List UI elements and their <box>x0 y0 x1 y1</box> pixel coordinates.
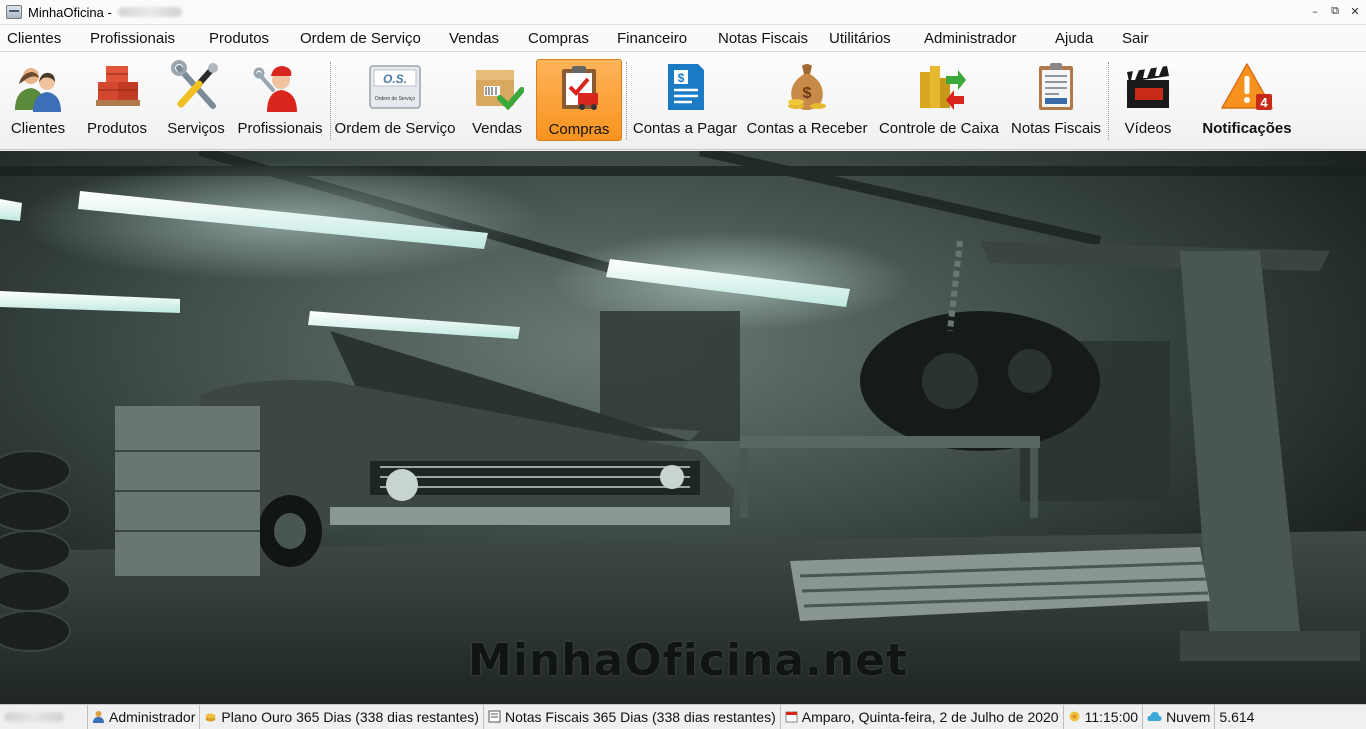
coins-icon <box>204 710 217 723</box>
toolbar-separator <box>626 62 627 140</box>
toolbar-separator <box>1108 62 1109 140</box>
menu-bar: Clientes Profissionais Produtos Ordem de… <box>0 25 1366 52</box>
toolbar-vendas-label: Vendas <box>471 120 523 137</box>
status-time: 11:15:00 <box>1064 704 1144 729</box>
status-version: 5.614 <box>1215 705 1258 729</box>
service-order-icon: O.S. Ordem de Serviço <box>367 59 423 115</box>
title-bar: MinhaOficina - – ⧉ ✕ <box>0 0 1366 25</box>
blurred-company-name <box>4 711 64 722</box>
calendar-icon <box>785 710 798 723</box>
toolbar-profissionais-label: Profissionais <box>237 120 323 137</box>
menu-utilitarios[interactable]: Utilitários <box>829 30 891 47</box>
svg-text:$: $ <box>678 71 685 85</box>
status-time-text: 11:15:00 <box>1084 708 1139 725</box>
menu-vendas[interactable]: Vendas <box>449 30 499 47</box>
purchase-clipboard-icon <box>551 60 607 116</box>
menu-notas-fiscais[interactable]: Notas Fiscais <box>718 30 808 47</box>
toolbar-controle-de-caixa-button[interactable]: Controle de Caixa <box>876 59 1002 141</box>
status-date-text: Amparo, Quinta-feira, 2 de Julho de 2020 <box>801 708 1059 725</box>
tools-icon <box>168 59 224 115</box>
status-date: Amparo, Quinta-feira, 2 de Julho de 2020 <box>781 704 1064 729</box>
menu-ajuda[interactable]: Ajuda <box>1055 30 1093 47</box>
toolbar-separator <box>330 62 331 140</box>
toolbar-clientes-button[interactable]: Clientes <box>6 59 70 141</box>
toolbar-produtos-button[interactable]: Produtos <box>84 59 150 141</box>
blurred-company-name <box>117 7 182 17</box>
garage-illustration <box>0 151 1366 704</box>
toolbar-profissionais-button[interactable]: Profissionais <box>236 59 324 141</box>
status-cloud: Nuvem <box>1143 704 1216 729</box>
cloud-icon <box>1147 710 1162 723</box>
menu-sair[interactable]: Sair <box>1122 30 1149 47</box>
invoice-icon <box>1028 59 1084 115</box>
warning-icon: 4 <box>1219 59 1275 115</box>
clapperboard-icon <box>1120 59 1176 115</box>
toolbar-contas-a-receber-label: Contas a Receber <box>746 120 868 137</box>
window-title: MinhaOficina - <box>28 4 112 20</box>
toolbar-notas-fiscais-button[interactable]: Notas Fiscais <box>1010 59 1102 141</box>
toolbar-ordem-de-servico-button[interactable]: O.S. Ordem de Serviço Ordem de Serviço <box>334 59 456 141</box>
bill-document-icon: $ <box>657 59 713 115</box>
status-bar: Administrador Plano Ouro 365 Dias (338 d… <box>0 704 1366 729</box>
user-icon <box>92 710 105 723</box>
close-icon[interactable]: ✕ <box>1348 3 1362 19</box>
cash-control-icon <box>911 59 967 115</box>
notification-badge: 4 <box>1260 95 1268 110</box>
toolbar-notificacoes-button[interactable]: 4 Notificações <box>1200 59 1294 141</box>
toolbar-videos-button[interactable]: Vídeos <box>1118 59 1178 141</box>
toolbar: Clientes Produtos Serviços Profissionais… <box>0 52 1366 150</box>
toolbar-contas-a-pagar-label: Contas a Pagar <box>632 120 738 137</box>
toolbar-controle-de-caixa-label: Controle de Caixa <box>878 120 1000 137</box>
toolbar-servicos-label: Serviços <box>167 120 225 137</box>
svg-text:Ordem de Serviço: Ordem de Serviço <box>375 96 416 102</box>
brand-watermark: MinhaOficina.net <box>468 635 908 686</box>
toolbar-notificacoes-label: Notificações <box>1202 120 1292 137</box>
menu-administrador[interactable]: Administrador <box>924 30 1017 47</box>
boxes-icon <box>89 59 145 115</box>
clock-icon <box>1068 710 1081 723</box>
toolbar-contas-a-receber-button[interactable]: $ Contas a Receber <box>746 59 868 141</box>
menu-produtos[interactable]: Produtos <box>209 30 269 47</box>
svg-text:O.S.: O.S. <box>383 72 407 86</box>
mechanic-icon <box>252 59 308 115</box>
invoice-small-icon <box>488 710 501 723</box>
toolbar-vendas-button[interactable]: Vendas <box>468 59 526 141</box>
toolbar-notas-fiscais-label: Notas Fiscais <box>1010 120 1102 137</box>
toolbar-ordem-de-servico-label: Ordem de Serviço <box>334 120 456 137</box>
status-user: Administrador <box>88 704 201 729</box>
toolbar-compras-label: Compras <box>548 121 610 138</box>
status-invoices-text: Notas Fiscais 365 Dias (338 dias restant… <box>504 708 776 725</box>
menu-financeiro[interactable]: Financeiro <box>617 30 687 47</box>
menu-clientes[interactable]: Clientes <box>7 30 61 47</box>
status-company <box>0 704 88 729</box>
status-plan: Plano Ouro 365 Dias (338 dias restantes) <box>200 704 484 729</box>
status-plan-text: Plano Ouro 365 Dias (338 dias restantes) <box>221 708 479 725</box>
toolbar-contas-a-pagar-button[interactable]: $ Contas a Pagar <box>632 59 738 141</box>
users-icon <box>10 59 66 115</box>
money-bag-icon: $ <box>779 59 835 115</box>
main-background: MinhaOficina.net <box>0 151 1366 704</box>
status-version-text: 5.614 <box>1219 708 1255 725</box>
toolbar-produtos-label: Produtos <box>86 120 148 137</box>
svg-text:$: $ <box>803 85 812 102</box>
status-invoices: Notas Fiscais 365 Dias (338 dias restant… <box>484 704 781 729</box>
menu-profissionais[interactable]: Profissionais <box>90 30 175 47</box>
toolbar-videos-label: Vídeos <box>1124 120 1172 137</box>
window-controls: – ⧉ ✕ <box>1308 3 1362 19</box>
status-cloud-text: Nuvem <box>1166 708 1211 725</box>
restore-icon[interactable]: ⧉ <box>1328 3 1342 19</box>
toolbar-compras-button[interactable]: Compras <box>536 59 622 141</box>
status-user-text: Administrador <box>109 708 196 725</box>
toolbar-clientes-label: Clientes <box>10 120 66 137</box>
toolbar-servicos-button[interactable]: Serviços <box>166 59 226 141</box>
app-icon <box>6 5 22 19</box>
menu-ordem-de-servico[interactable]: Ordem de Serviço <box>300 30 421 47</box>
sales-box-icon <box>469 59 525 115</box>
menu-compras[interactable]: Compras <box>528 30 589 47</box>
minimize-icon[interactable]: – <box>1308 3 1322 19</box>
